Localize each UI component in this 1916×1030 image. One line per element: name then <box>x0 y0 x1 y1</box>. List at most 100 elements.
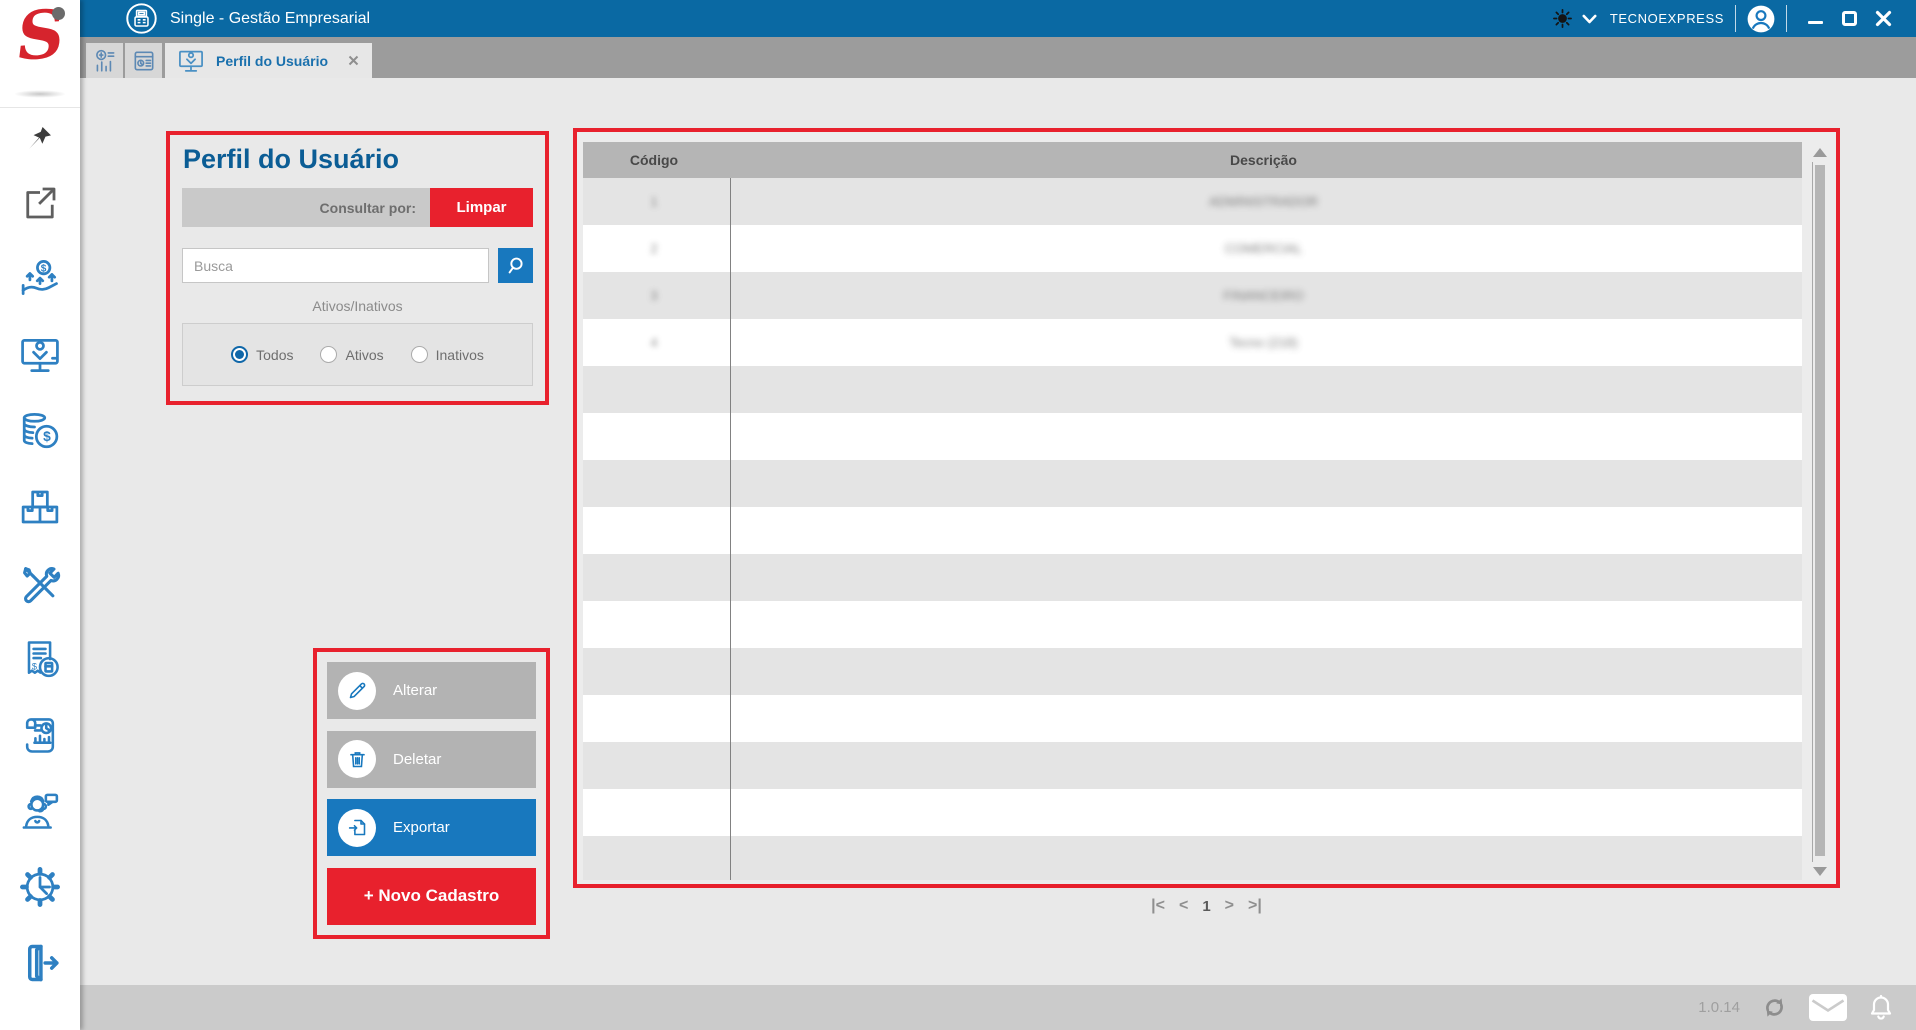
sidebar-revenue-button[interactable]: $ <box>17 256 63 302</box>
clear-button[interactable]: Limpar <box>430 188 533 227</box>
page-last-button[interactable]: >| <box>1248 897 1262 915</box>
tab-schedule[interactable] <box>125 43 162 78</box>
maximize-icon <box>1841 11 1857 26</box>
cell-descricao <box>725 460 1802 507</box>
results-table: Código Descrição 1 ADMINISTRADOR 2 COMERCIA… <box>583 142 1802 880</box>
stats-coin-icon <box>92 48 118 74</box>
cell-codigo: 3 <box>650 288 658 303</box>
actions-panel: Alterar Deletar Exportar + Novo Cadastro <box>313 648 550 939</box>
sidebar-support-button[interactable] <box>17 788 63 834</box>
action-label: Exportar <box>393 819 450 837</box>
cell-descricao <box>725 695 1802 742</box>
filter-panel: Perfil do Usuário Consultar por: Limpar … <box>166 131 549 405</box>
support-headset-icon <box>22 793 59 829</box>
cell-descricao: ADMINISTRADOR <box>1208 194 1319 209</box>
app-logo-icon <box>126 3 157 34</box>
pencil-icon <box>338 671 376 710</box>
user-avatar-icon[interactable] <box>1747 5 1775 33</box>
refresh-icon[interactable] <box>1761 994 1788 1021</box>
page-first-button[interactable]: |< <box>1151 897 1165 915</box>
table-row[interactable]: 1 ADMINISTRADOR <box>583 178 1802 225</box>
sidebar-finance-button[interactable]: $ <box>17 408 63 454</box>
radio-circle <box>410 346 428 363</box>
column-header-descricao[interactable]: Descrição <box>725 142 1802 178</box>
coins-icon: $ <box>22 412 59 449</box>
table-row[interactable]: 4 Tecno (218) <box>583 319 1802 366</box>
logout-icon <box>27 944 59 982</box>
sidebar-pin-button[interactable] <box>17 122 63 154</box>
tab-dashboard[interactable] <box>86 43 123 78</box>
cell-descricao <box>725 648 1802 695</box>
sidebar-remote-access-button[interactable] <box>17 332 63 378</box>
cell-codigo: 4 <box>650 335 658 350</box>
radio-label: Ativos <box>345 346 384 363</box>
tab-perfil-do-usuario[interactable]: Perfil do Usuário <box>165 43 373 78</box>
scrollbar-thumb[interactable] <box>1815 165 1825 856</box>
radio-inativos[interactable]: Inativos <box>410 346 484 363</box>
status-filter-group: Todos Ativos Inativos <box>182 323 533 386</box>
minimize-button[interactable] <box>1798 4 1832 34</box>
exportar-button[interactable]: Exportar <box>327 799 536 857</box>
cell-codigo <box>583 413 725 460</box>
cell-codigo <box>583 460 725 507</box>
minimize-icon <box>1807 21 1823 24</box>
alterar-button[interactable]: Alterar <box>327 662 536 719</box>
monitor-user-icon <box>21 338 59 372</box>
page-prev-button[interactable]: < <box>1179 897 1188 915</box>
tab-bar: Perfil do Usuário <box>80 37 1916 78</box>
cell-descricao <box>725 413 1802 460</box>
version-label: 1.0.14 <box>1698 999 1740 1016</box>
chevron-down-icon[interactable] <box>1582 14 1597 24</box>
sidebar-billing-button[interactable]: $ <box>17 636 63 682</box>
cell-codigo: 1 <box>650 194 658 209</box>
radio-todos[interactable]: Todos <box>231 346 293 363</box>
svg-text:$: $ <box>43 429 51 444</box>
scroll-down-icon[interactable] <box>1813 867 1827 876</box>
action-label: Alterar <box>393 682 438 699</box>
sidebar-tools-button[interactable] <box>17 560 63 606</box>
sidebar-logout-button[interactable] <box>17 940 63 986</box>
sidebar-share-button[interactable] <box>17 180 63 226</box>
cell-descricao <box>725 507 1802 554</box>
cell-descricao <box>725 836 1802 880</box>
mail-icon[interactable] <box>1809 994 1847 1021</box>
table-row[interactable]: 2 COMERCIAL <box>583 225 1802 272</box>
cell-codigo <box>583 507 725 554</box>
sidebar-nav: $ $ $ <box>0 122 80 1016</box>
consult-label: Consultar por: <box>319 199 416 216</box>
sidebar-reports-button[interactable] <box>17 712 63 758</box>
table-row[interactable]: 3 FINANCEIRO <box>583 272 1802 319</box>
scrollbar-track[interactable] <box>1812 162 1826 862</box>
table-scrollbar[interactable] <box>1811 148 1828 876</box>
table-body: 1 ADMINISTRADOR 2 COMERCIAL 3 FINANCEIRO 4 Tecn… <box>583 178 1802 880</box>
action-label: Deletar <box>393 750 442 768</box>
pagination: |< < 1 > >| <box>573 893 1840 919</box>
page-next-button[interactable]: > <box>1225 897 1234 915</box>
sidebar: S $ $ $ <box>0 0 80 1030</box>
novo-cadastro-button[interactable]: + Novo Cadastro <box>327 867 536 925</box>
cell-descricao: COMERCIAL <box>1224 241 1303 256</box>
deletar-button[interactable]: Deletar <box>327 730 536 788</box>
notifications-bell-icon[interactable] <box>1868 994 1894 1022</box>
table-row <box>583 836 1802 880</box>
invoice-calculator-icon: $ <box>27 641 59 678</box>
scroll-up-icon[interactable] <box>1813 148 1827 157</box>
schedule-list-icon <box>131 48 157 74</box>
search-button[interactable] <box>498 248 533 283</box>
maximize-button[interactable] <box>1832 4 1866 34</box>
sidebar-stock-button[interactable] <box>17 484 63 530</box>
sidebar-settings-button[interactable] <box>17 864 63 910</box>
titlebar: Single - Gestão Empresarial TECNOEXPRESS <box>80 0 1916 37</box>
close-button[interactable] <box>1866 4 1900 34</box>
consult-label-bar: Consultar por: <box>182 188 430 227</box>
search-input[interactable] <box>182 248 489 283</box>
radio-ativos[interactable]: Ativos <box>320 346 384 363</box>
tab-close-icon[interactable] <box>348 55 359 66</box>
table-row <box>583 742 1802 789</box>
cell-codigo <box>583 366 725 413</box>
column-divider <box>730 178 731 880</box>
column-header-codigo[interactable]: Código <box>583 142 725 178</box>
table-row <box>583 648 1802 695</box>
tools-icon <box>23 567 61 604</box>
theme-toggle-button[interactable] <box>1552 8 1573 29</box>
